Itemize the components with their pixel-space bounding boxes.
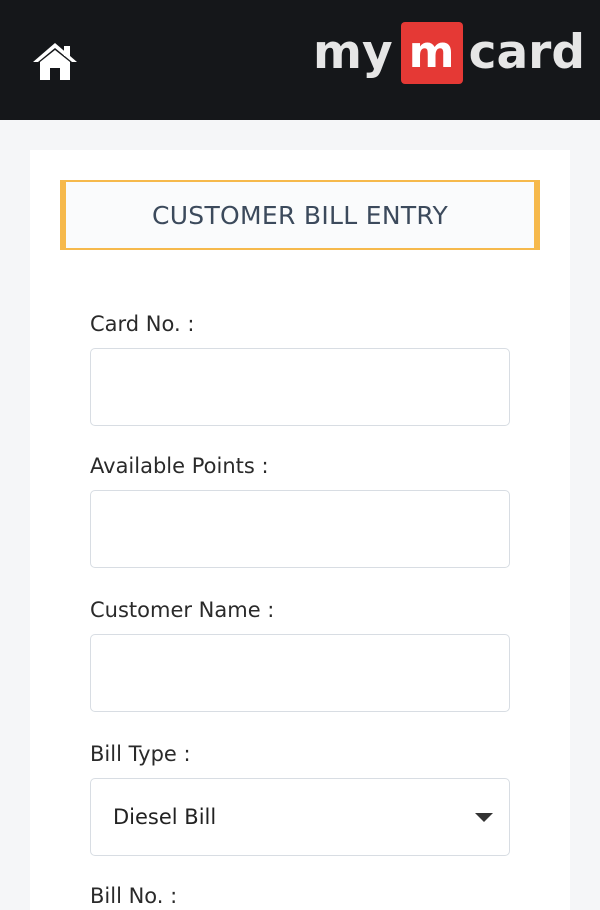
- app-header: my m card: [0, 0, 600, 120]
- available-points-input[interactable]: [90, 490, 510, 568]
- logo-suffix: card: [468, 25, 585, 80]
- mymcard-logo: my m card: [313, 22, 585, 84]
- available-points-label: Available Points :: [90, 454, 269, 478]
- bill-type-field: Bill Type : Diesel Bill: [90, 740, 510, 856]
- card-no-label: Card No. :: [90, 312, 195, 336]
- home-button[interactable]: [30, 40, 80, 82]
- logo-prefix: my: [312, 25, 393, 80]
- available-points-field: Available Points :: [90, 452, 510, 568]
- form-title-box: CUSTOMER BILL ENTRY: [60, 180, 540, 250]
- chevron-down-icon: [475, 813, 493, 822]
- card-no-input[interactable]: [90, 348, 510, 426]
- bill-no-field: Bill No. :: [90, 882, 510, 910]
- bill-type-label: Bill Type :: [90, 742, 191, 766]
- customer-name-label: Customer Name :: [90, 598, 275, 622]
- logo-mark: m: [400, 22, 463, 84]
- bill-no-label: Bill No. :: [90, 884, 178, 908]
- home-icon: [33, 43, 77, 80]
- customer-name-input[interactable]: [90, 634, 510, 712]
- bill-type-selected-value: Diesel Bill: [113, 805, 217, 829]
- customer-name-field: Customer Name :: [90, 596, 510, 712]
- bill-type-select[interactable]: Diesel Bill: [90, 778, 510, 856]
- card-no-field: Card No. :: [90, 310, 510, 426]
- form-title: CUSTOMER BILL ENTRY: [151, 200, 449, 230]
- bill-entry-card: CUSTOMER BILL ENTRY Card No. : Available…: [30, 150, 570, 910]
